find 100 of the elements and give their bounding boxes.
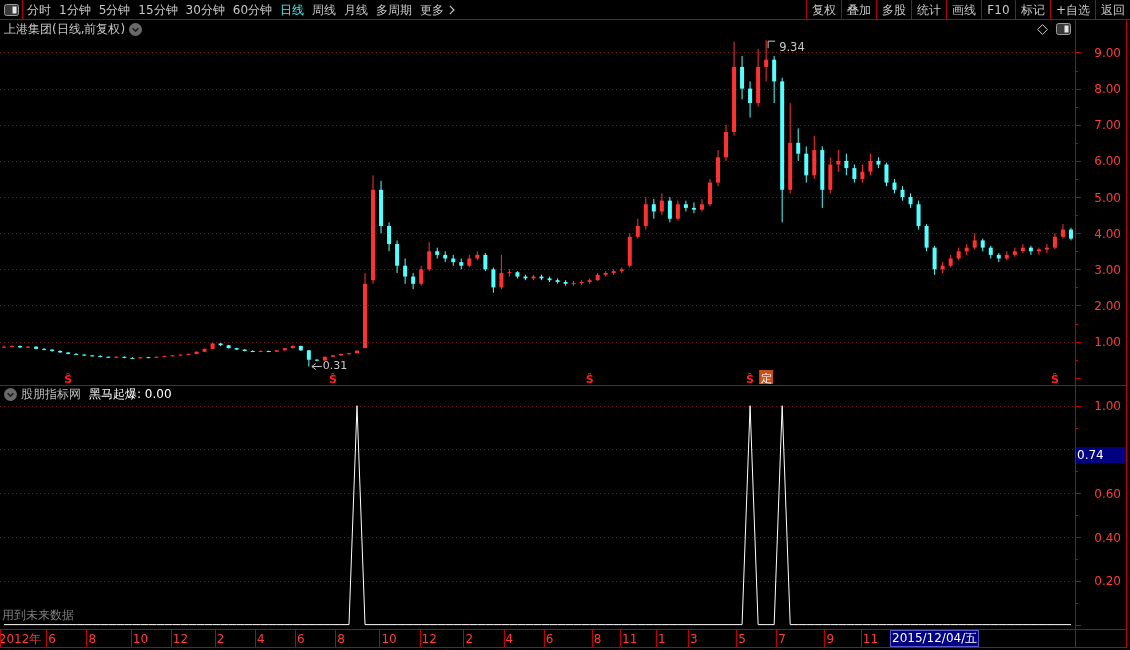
time-axis-label: 9 <box>826 632 835 646</box>
time-axis-label: 4 <box>505 632 514 646</box>
time-axis-label: 10 <box>381 632 397 646</box>
toolbar-button[interactable]: 多股 <box>875 0 911 19</box>
period-tab[interactable]: 周线 <box>308 0 341 19</box>
candlestick <box>435 247 440 259</box>
candlestick <box>988 245 993 259</box>
period-tab[interactable]: 15分钟 <box>134 0 182 19</box>
dropdown-icon[interactable] <box>129 22 143 36</box>
candlestick <box>419 265 424 287</box>
time-axis-label: 1 <box>658 632 666 646</box>
axis-label: 4.00 <box>1094 226 1121 241</box>
candlestick <box>740 55 745 100</box>
candlestick <box>90 354 95 357</box>
candlestick <box>210 342 215 350</box>
candlestick <box>338 353 343 357</box>
candlestick <box>1004 250 1009 261</box>
candlestick <box>587 277 592 285</box>
toolbar-button[interactable]: F10 <box>980 0 1015 19</box>
signal-mark: Ŝ <box>328 372 337 385</box>
candlestick <box>876 156 881 169</box>
candlestick <box>996 252 1001 263</box>
candlestick <box>804 145 809 184</box>
candlestick <box>499 254 504 290</box>
panel-toggle-icon[interactable] <box>1056 23 1071 35</box>
candlestick <box>170 354 175 357</box>
candlestick <box>868 153 873 176</box>
warning-text: 用到未来数据 <box>2 608 74 622</box>
period-tab[interactable]: 日线 <box>276 0 309 19</box>
toolbar-button[interactable]: 复权 <box>805 0 841 19</box>
candlestick <box>884 162 889 187</box>
candlestick <box>459 258 464 270</box>
candlestick <box>1036 247 1041 256</box>
diamond-icon[interactable] <box>1037 23 1048 35</box>
signal-mark: Ŝ <box>1051 372 1059 385</box>
period-tab[interactable]: 多周期 <box>372 0 417 19</box>
candlestick <box>547 276 552 283</box>
period-tab[interactable]: 5分钟 <box>94 0 135 19</box>
panel-toggle-icon <box>3 3 19 16</box>
candlestick <box>643 196 648 231</box>
candlestick <box>659 192 664 216</box>
axis-label: 5.00 <box>1094 190 1121 205</box>
more-button[interactable]: 更多 <box>416 0 460 19</box>
candlestick <box>531 274 536 281</box>
low-price-label: 0.31 <box>322 359 348 373</box>
toolbar-button[interactable]: 标记 <box>1014 0 1050 19</box>
candlestick <box>226 344 231 349</box>
candlestick <box>812 135 817 180</box>
candlestick <box>563 279 568 287</box>
candlestick <box>924 223 929 252</box>
candlestick <box>483 252 488 272</box>
candlestick <box>820 145 825 209</box>
candlestick <box>772 55 777 104</box>
candlestick <box>114 355 119 359</box>
period-tab[interactable]: 30分钟 <box>181 0 229 19</box>
period-tab[interactable]: 60分钟 <box>228 0 277 19</box>
toolbar-button[interactable]: 返回 <box>1095 0 1130 19</box>
toolbar-button[interactable]: +自选 <box>1049 0 1095 19</box>
time-axis-label: 2 <box>216 632 225 646</box>
candlestick <box>972 232 977 250</box>
axis-label: 0.20 <box>1094 574 1121 589</box>
candlestick <box>836 149 841 173</box>
toolbar-button[interactable]: 统计 <box>910 0 946 19</box>
toolbar-button[interactable]: 画线 <box>945 0 981 19</box>
time-axis-label: 5 <box>738 632 746 646</box>
dropdown-icon[interactable] <box>4 388 17 401</box>
candlestick <box>186 353 191 356</box>
period-tab[interactable]: 1分钟 <box>55 0 95 19</box>
candlestick <box>26 345 31 349</box>
candlestick <box>298 345 303 352</box>
candlestick <box>122 355 127 359</box>
time-axis-label: 7 <box>778 632 786 646</box>
candlestick <box>146 356 151 359</box>
candlestick <box>290 344 295 349</box>
period-tab[interactable]: 月线 <box>340 0 373 19</box>
candlestick <box>507 268 512 278</box>
candlestick <box>908 192 913 209</box>
candlestick <box>1028 245 1033 256</box>
time-axis-label: 6 <box>297 632 305 646</box>
signal-mark: Ŝ <box>585 372 594 385</box>
candlestick <box>387 221 392 252</box>
candlestick <box>627 232 632 269</box>
toolbar-button[interactable]: 叠加 <box>840 0 876 19</box>
chevron-right-icon <box>449 4 456 15</box>
candlestick <box>10 344 15 348</box>
pointer-icon <box>767 40 776 49</box>
time-axis-label: 12 <box>172 632 189 646</box>
signal-mark: Ŝ <box>64 372 73 385</box>
candlestick <box>1069 227 1073 241</box>
axis-label: 2.00 <box>1094 299 1121 313</box>
candlestick <box>202 348 207 353</box>
candlestick <box>42 347 47 351</box>
candlestick <box>66 351 71 355</box>
date-readout: 2015/12/04/五 <box>890 630 980 647</box>
time-axis-label: 8 <box>88 632 97 646</box>
candlestick <box>1044 243 1049 254</box>
period-tab[interactable]: 分时 <box>23 0 55 19</box>
candlestick <box>852 164 857 184</box>
candlestick <box>218 342 223 347</box>
candlestick <box>844 153 849 176</box>
